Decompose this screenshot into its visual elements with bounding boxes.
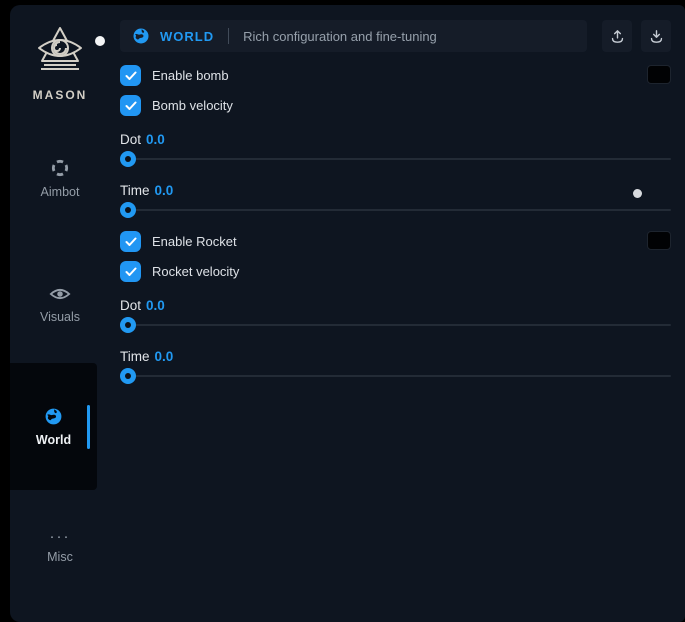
sidebar-item-label: Aimbot (41, 185, 80, 199)
sidebar-item-label: Misc (47, 550, 73, 564)
slider-track[interactable] (120, 324, 671, 326)
enable-rocket-checkbox[interactable] (120, 231, 141, 252)
download-icon (648, 28, 665, 45)
bomb-dot-label: Dot 0.0 (120, 132, 671, 147)
rocket-dot-label: Dot 0.0 (120, 298, 671, 313)
particle-dot (633, 189, 642, 198)
rocket-time-slider[interactable] (120, 368, 671, 384)
slider-thumb[interactable] (120, 368, 136, 384)
bomb-color-swatch[interactable] (647, 65, 671, 84)
sidebar-item-visuals[interactable]: Visuals (10, 285, 110, 324)
sidebar-item-aimbot[interactable]: Aimbot (10, 158, 110, 199)
bomb-velocity-checkbox[interactable] (120, 95, 141, 116)
check-icon (125, 101, 137, 111)
slider-value: 0.0 (155, 183, 174, 198)
upload-icon (609, 28, 626, 45)
enable-bomb-row: Enable bomb (120, 65, 671, 86)
slider-thumb[interactable] (120, 151, 136, 167)
enable-bomb-checkbox[interactable] (120, 65, 141, 86)
pyramid-eye-icon (32, 23, 88, 79)
ellipsis-icon: ··· (10, 533, 110, 541)
slider-thumb[interactable] (120, 202, 136, 218)
upload-config-button[interactable] (602, 20, 632, 52)
slider-track[interactable] (120, 158, 671, 160)
sidebar-item-misc[interactable]: ··· Misc (10, 533, 110, 564)
bomb-velocity-row: Bomb velocity (120, 95, 671, 116)
bomb-dot-slider[interactable] (120, 151, 671, 167)
sidebar: MASON Aimbot Visuals World (10, 5, 120, 622)
page-title: WORLD (160, 29, 214, 44)
enable-bomb-label: Enable bomb (152, 68, 229, 83)
sidebar-item-world[interactable]: World (10, 363, 97, 490)
slider-name: Time (120, 349, 150, 364)
page-subtitle: Rich configuration and fine-tuning (243, 29, 437, 44)
slider-track[interactable] (120, 375, 671, 377)
divider (228, 28, 229, 44)
slider-name: Dot (120, 132, 141, 147)
rocket-velocity-checkbox[interactable] (120, 261, 141, 282)
enable-rocket-label: Enable Rocket (152, 234, 237, 249)
rocket-time-label: Time 0.0 (120, 349, 671, 364)
crosshair-icon (50, 158, 70, 178)
rocket-velocity-row: Rocket velocity (120, 261, 671, 282)
slider-name: Time (120, 183, 150, 198)
enable-rocket-row: Enable Rocket (120, 231, 671, 252)
globe-icon (132, 27, 150, 45)
slider-thumb[interactable] (120, 317, 136, 333)
bomb-velocity-label: Bomb velocity (152, 98, 233, 113)
header-bar: WORLD Rich configuration and fine-tuning (120, 20, 587, 52)
slider-value: 0.0 (155, 349, 174, 364)
bomb-time-slider[interactable] (120, 202, 671, 218)
slider-value: 0.0 (146, 132, 165, 147)
app-window: MASON Aimbot Visuals World (10, 5, 685, 622)
check-icon (125, 237, 137, 247)
rocket-velocity-label: Rocket velocity (152, 264, 239, 279)
page-header: WORLD Rich configuration and fine-tuning (120, 20, 671, 52)
globe-icon (44, 407, 63, 426)
brand-name: MASON (10, 88, 110, 102)
rocket-color-swatch[interactable] (647, 231, 671, 250)
slider-track[interactable] (120, 209, 671, 211)
eye-icon (49, 285, 71, 303)
slider-name: Dot (120, 298, 141, 313)
sidebar-item-label: Visuals (40, 310, 80, 324)
check-icon (125, 267, 137, 277)
download-config-button[interactable] (641, 20, 671, 52)
slider-value: 0.0 (146, 298, 165, 313)
cursor-dot (95, 36, 105, 46)
bomb-time-label: Time 0.0 (120, 183, 671, 198)
sidebar-item-label: World (36, 433, 71, 447)
brand-logo: MASON (10, 23, 110, 102)
rocket-dot-slider[interactable] (120, 317, 671, 333)
main-content: WORLD Rich configuration and fine-tuning (120, 20, 671, 384)
check-icon (125, 71, 137, 81)
